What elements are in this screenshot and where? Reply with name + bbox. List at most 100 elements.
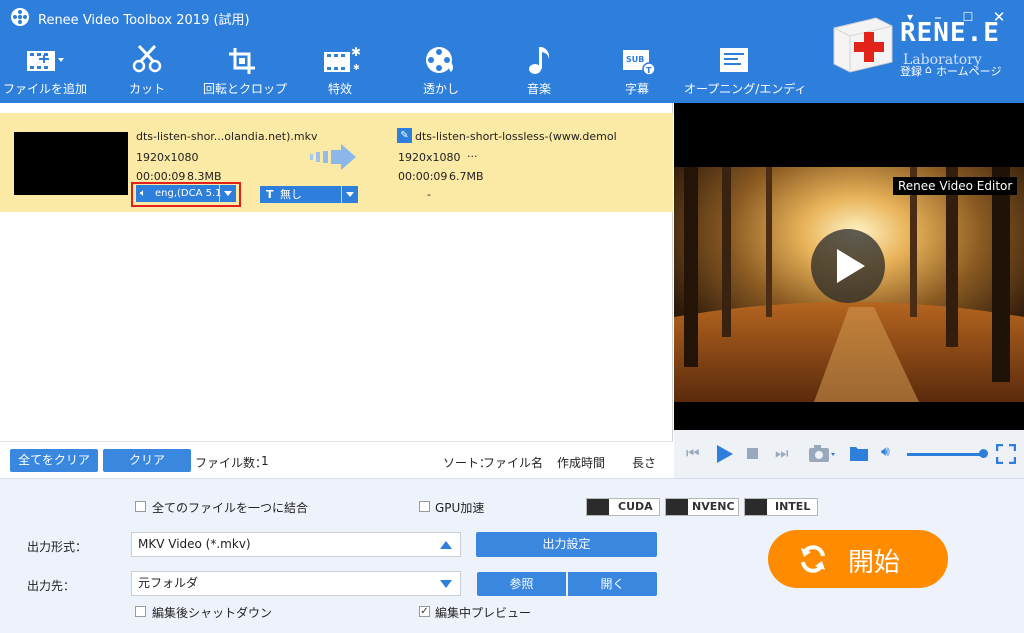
- output-file-name: dts-listen-short-lossless-(www.demolanc: [415, 130, 617, 143]
- subtitle-select[interactable]: T 無し: [260, 186, 358, 203]
- play-icon[interactable]: [716, 444, 734, 464]
- subtitle-value: 無し: [280, 188, 302, 201]
- output-format-value: MKV Video (*.mkv): [138, 537, 251, 551]
- cuda-badge: CUDA: [586, 498, 660, 516]
- effects-film-icon: ✱ ✱: [324, 45, 360, 72]
- shutdown-after-label: 編集後シャットダウン: [152, 606, 273, 620]
- watermark-label: 透かし: [422, 82, 459, 96]
- play-overlay-button[interactable]: [811, 229, 885, 303]
- text-icon: T: [266, 188, 274, 201]
- browse-button[interactable]: 参照: [477, 572, 566, 596]
- audio-track-select[interactable]: 🔈︎ eng,(DCA 5.1: [136, 185, 236, 202]
- clear-button[interactable]: クリア: [103, 449, 191, 472]
- merge-all-label: 全てのファイルを一つに結合: [152, 501, 309, 515]
- sort-by-created[interactable]: 作成時間: [557, 454, 605, 471]
- output-more[interactable]: ···: [467, 150, 478, 163]
- volume-slider[interactable]: [907, 453, 983, 456]
- output-format-label: 出力形式：: [27, 540, 88, 554]
- brand-name: RENE.E: [900, 18, 1000, 48]
- subtitle-icon: SUB T: [623, 50, 656, 76]
- list-toolbar: 全てをクリア クリア ファイル数： 1 ソート： ファイル名 作成時間 長さ: [0, 441, 673, 478]
- svg-text:SUB: SUB: [626, 55, 644, 64]
- sort-by-length[interactable]: 長さ: [632, 454, 656, 471]
- output-dest-value: 元フォルダ: [138, 576, 199, 590]
- next-icon[interactable]: ⏭︎: [775, 444, 789, 462]
- opening-ending-icon: [720, 48, 748, 72]
- file-count-value: 1: [261, 454, 269, 468]
- play-icon: [837, 249, 865, 283]
- chevron-down-icon[interactable]: [341, 186, 358, 203]
- homepage-link[interactable]: ホームページ: [936, 63, 1001, 79]
- source-resolution: 1920x1080: [136, 151, 199, 164]
- previous-icon[interactable]: ⏮︎: [686, 444, 700, 462]
- merge-all-checkbox[interactable]: [135, 501, 146, 512]
- music-label: 音楽: [526, 82, 551, 96]
- nvenc-badge: NVENC: [665, 498, 739, 516]
- output-size: 6.7MB: [449, 170, 484, 183]
- add-file-button[interactable]: ファイルを追加: [2, 42, 88, 100]
- stop-icon[interactable]: [747, 448, 758, 459]
- login-link[interactable]: 登録: [900, 63, 922, 79]
- subtitle-button[interactable]: SUB T 字幕: [594, 42, 680, 100]
- gpu-accel-label: GPU加速: [435, 501, 485, 515]
- open-folder-button[interactable]: 開く: [568, 572, 657, 596]
- output-resolution: 1920x1080: [398, 151, 461, 164]
- fullscreen-icon[interactable]: [996, 444, 1016, 464]
- sort-by-name[interactable]: ファイル名: [483, 454, 543, 471]
- cut-label: カット: [128, 82, 165, 96]
- video-preview[interactable]: Renee Video Editor: [674, 103, 1024, 430]
- gpu-accel-checkbox[interactable]: [419, 501, 430, 512]
- folder-icon[interactable]: [849, 444, 869, 462]
- output-dest-select[interactable]: 元フォルダ: [131, 571, 461, 596]
- shutdown-after-checkbox[interactable]: [135, 606, 146, 617]
- svg-text:T: T: [646, 66, 652, 75]
- output-duration: 00:00:09: [398, 170, 448, 183]
- opening-ending-button[interactable]: オープニング/エンディ: [684, 42, 807, 100]
- add-video-icon: [27, 51, 64, 71]
- svg-text:✱: ✱: [351, 45, 360, 59]
- nvidia-icon: [666, 499, 688, 515]
- preview-while-editing-label: 編集中プレビュー: [435, 606, 532, 620]
- preview-while-editing-checkbox[interactable]: ✓: [419, 606, 430, 617]
- watermark-button[interactable]: 透かし: [398, 42, 484, 100]
- output-format-select[interactable]: MKV Video (*.mkv): [131, 532, 461, 557]
- speaker-icon: 🔈︎: [140, 188, 146, 199]
- music-note-icon: [529, 47, 550, 74]
- effects-label: 特效: [327, 82, 352, 96]
- window-title: Renee Video Toolbox 2019 (試用): [38, 13, 250, 28]
- chevron-down-icon: [440, 580, 452, 588]
- cut-button[interactable]: カット: [104, 42, 190, 100]
- opening-ending-label: オープニング/エンディ: [684, 82, 807, 96]
- start-button[interactable]: 開始: [768, 530, 948, 588]
- file-count-label: ファイル数：: [195, 456, 268, 470]
- output-settings-button[interactable]: 出力設定: [476, 532, 657, 557]
- file-list: dts-listen-shor...olandia.net).mkv 1920x…: [0, 103, 673, 441]
- output-dest-label: 出力先：: [27, 579, 76, 593]
- effects-button[interactable]: ✱ ✱ 特效: [297, 42, 383, 100]
- chevron-up-icon: [440, 541, 452, 549]
- svg-text:✱: ✱: [353, 63, 360, 72]
- player-controls: ⏮︎ ⏭︎ 🔊︎: [674, 430, 1024, 478]
- rotate-crop-label: 回転とクロップ: [202, 82, 287, 96]
- chevron-down-icon[interactable]: [219, 185, 236, 202]
- preview-overlay-label: Renee Video Editor: [893, 177, 1018, 195]
- music-button[interactable]: 音楽: [496, 42, 582, 100]
- intel-icon: [745, 499, 767, 515]
- edit-output-name-icon[interactable]: ✎: [397, 128, 412, 143]
- camera-icon[interactable]: [808, 444, 836, 464]
- volume-slider-handle[interactable]: [979, 449, 988, 458]
- nvidia-icon: [587, 499, 609, 515]
- rotate-crop-button[interactable]: 回転とクロップ: [202, 42, 288, 100]
- source-file-name: dts-listen-shor...olandia.net).mkv: [136, 130, 318, 143]
- file-row[interactable]: dts-listen-shor...olandia.net).mkv 1920x…: [0, 113, 673, 212]
- convert-arrow-icon: [310, 144, 356, 170]
- watermark-icon: [426, 47, 453, 73]
- video-thumbnail[interactable]: [14, 132, 128, 195]
- audio-track-value: eng,(DCA 5.1: [155, 188, 222, 199]
- clear-all-button[interactable]: 全てをクリア: [10, 449, 98, 472]
- placeholder-dash: -: [427, 188, 431, 201]
- volume-icon[interactable]: 🔊︎: [881, 444, 890, 460]
- subtitle-label: 字幕: [624, 82, 649, 96]
- start-label: 開始: [848, 548, 901, 578]
- film-reel-icon: [11, 8, 29, 26]
